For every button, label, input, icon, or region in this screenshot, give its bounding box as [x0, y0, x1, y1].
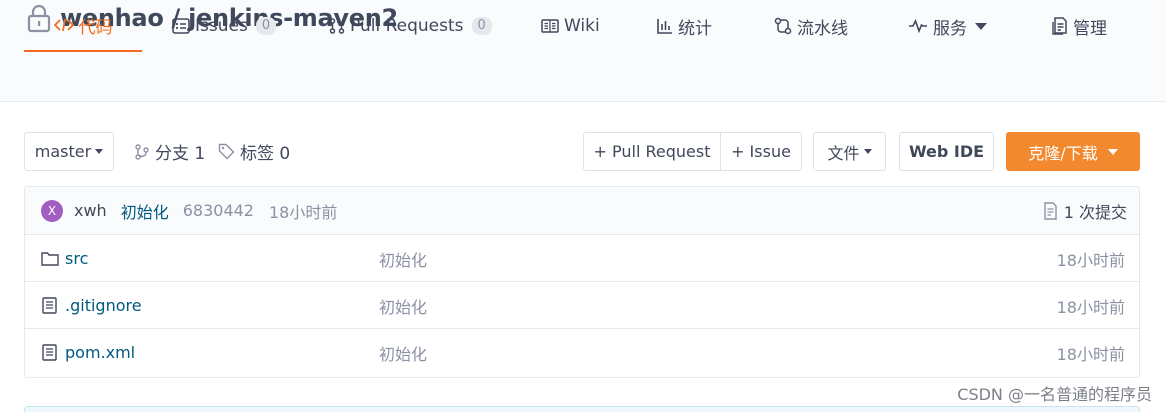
- watermark: CSDN @一名普通的程序员: [957, 385, 1152, 404]
- issue-button-label: + Issue: [731, 142, 791, 161]
- file-commit-time: 18小时前: [1056, 344, 1125, 364]
- clone-download-button[interactable]: 克隆/下载: [1006, 132, 1140, 171]
- chevron-down-icon: [1107, 148, 1118, 155]
- file-name-link[interactable]: src: [65, 249, 88, 268]
- commit-count-label: 1 次提交: [1063, 202, 1127, 222]
- file-row-pom[interactable]: pom.xml 初始化 18小时前: [25, 329, 1139, 376]
- clone-label: 克隆/下载: [1028, 143, 1098, 163]
- files-label: 文件: [827, 143, 860, 163]
- tab-stats[interactable]: 统计: [657, 0, 712, 52]
- stats-icon: [657, 18, 673, 34]
- file-name-link[interactable]: .gitignore: [65, 296, 142, 315]
- issues-count-badge: 0: [255, 17, 277, 35]
- issues-icon: [172, 18, 190, 34]
- file-commit-time: 18小时前: [1056, 250, 1125, 270]
- tab-label: 流水线: [797, 18, 848, 39]
- tab-manage[interactable]: 管理: [1052, 0, 1107, 52]
- file-commit-message[interactable]: 初始化: [379, 235, 427, 282]
- commit-author[interactable]: xwh: [74, 201, 107, 220]
- file-name-cell: src: [41, 235, 88, 282]
- pull-request-icon: [329, 18, 345, 34]
- avatar[interactable]: X: [41, 199, 63, 222]
- tab-issues[interactable]: Issues 0: [172, 0, 277, 52]
- tab-pull-requests[interactable]: Pull Requests 0: [329, 0, 492, 52]
- file-commit-message[interactable]: 初始化: [379, 282, 427, 329]
- tab-pipeline[interactable]: 流水线: [774, 0, 848, 52]
- service-icon: [908, 19, 928, 33]
- branch-icon: [135, 143, 149, 160]
- web-ide-label: Web IDE: [908, 142, 985, 161]
- manage-icon: [1052, 17, 1068, 35]
- chevron-down-icon: [975, 22, 987, 30]
- tags-link[interactable]: 标签 0: [218, 132, 290, 171]
- tab-label: Pull Requests: [350, 16, 464, 36]
- file-name-cell: pom.xml: [41, 329, 135, 376]
- file-icon: [42, 297, 57, 314]
- new-issue-button[interactable]: + Issue: [720, 132, 802, 171]
- file-commit-message[interactable]: 初始化: [379, 329, 427, 376]
- tag-icon: [218, 143, 235, 160]
- file-name-cell: .gitignore: [41, 282, 142, 329]
- pull-request-button-label: + Pull Request: [593, 142, 711, 161]
- pipeline-icon: [774, 17, 792, 35]
- file-list-panel: X xwh 初始化 6830442 18小时前 1 次提交 src 初始化 18…: [24, 186, 1140, 378]
- new-pull-request-button[interactable]: + Pull Request: [583, 132, 721, 171]
- web-ide-button[interactable]: Web IDE: [899, 132, 994, 171]
- branch-name: master: [34, 142, 92, 161]
- tab-label: Wiki: [564, 16, 600, 36]
- wiki-icon: [541, 19, 559, 33]
- files-dropdown[interactable]: 文件: [813, 132, 886, 171]
- tab-wiki[interactable]: Wiki: [541, 0, 600, 52]
- chevron-down-icon: [863, 149, 872, 154]
- folder-icon: [41, 252, 59, 266]
- commit-time: 18小时前: [268, 202, 338, 222]
- code-icon: [53, 17, 74, 33]
- tags-label: 标签 0: [240, 144, 291, 164]
- tab-label: 统计: [678, 18, 712, 39]
- tab-service[interactable]: 服务: [908, 0, 987, 52]
- file-row-src[interactable]: src 初始化 18小时前: [25, 235, 1139, 282]
- file-row-gitignore[interactable]: .gitignore 初始化 18小时前: [25, 282, 1139, 329]
- file-commit-time: 18小时前: [1056, 297, 1125, 317]
- latest-commit-bar: X xwh 初始化 6830442 18小时前 1 次提交: [25, 187, 1139, 235]
- tab-label: 管理: [1073, 18, 1107, 39]
- commits-icon: [1044, 201, 1057, 220]
- tab-code[interactable]: 代码: [24, 0, 142, 52]
- pr-count-badge: 0: [471, 17, 492, 35]
- tab-label: 服务: [933, 18, 967, 39]
- branches-link[interactable]: 分支 1: [134, 132, 205, 171]
- chevron-down-icon: [95, 149, 104, 154]
- commit-count-link[interactable]: 1 次提交: [1043, 199, 1127, 223]
- file-name-link[interactable]: pom.xml: [65, 343, 135, 362]
- branch-select[interactable]: master: [24, 132, 114, 171]
- commit-message[interactable]: 初始化: [121, 199, 169, 223]
- tab-label: 代码: [78, 17, 113, 38]
- tab-label: Issues: [195, 16, 248, 36]
- readme-panel-edge: [24, 406, 1140, 412]
- repo-header: wenhao / jenkins-maven2 代码 Issues 0 Pull…: [0, 0, 1166, 102]
- file-icon: [42, 344, 57, 361]
- commit-hash[interactable]: 6830442: [183, 201, 254, 220]
- branches-label: 分支 1: [155, 144, 206, 164]
